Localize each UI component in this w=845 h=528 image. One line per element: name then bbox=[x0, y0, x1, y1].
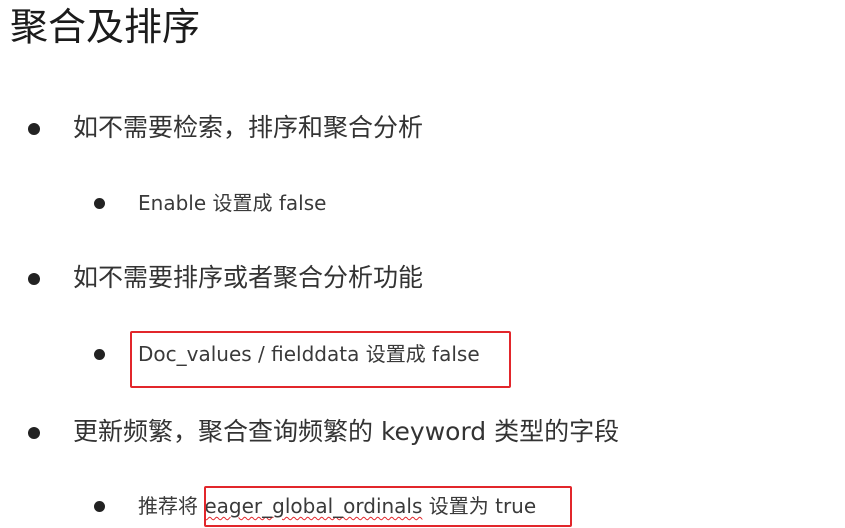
bullet-item-3: 更新频繁，聚合查询频繁的 keyword 类型的字段 bbox=[0, 416, 845, 450]
highlight-box bbox=[130, 331, 511, 388]
bullet-item-text: 如不需要排序或者聚合分析功能 bbox=[73, 263, 424, 292]
sub-bullet-prefix: 推荐将 bbox=[138, 494, 205, 518]
sub-bullet-item-text: Enable 设置成 false bbox=[138, 191, 327, 215]
bullet-dot-icon bbox=[28, 123, 40, 135]
bullet-dot-icon bbox=[94, 501, 105, 512]
bullet-item-2: 如不需要排序或者聚合分析功能 bbox=[0, 262, 845, 296]
highlight-box bbox=[204, 486, 572, 527]
bullet-dot-icon bbox=[94, 349, 105, 360]
bullet-dot-icon bbox=[94, 198, 105, 209]
sub-bullet-item-1-1: Enable 设置成 false bbox=[0, 189, 845, 219]
bullet-dot-icon bbox=[28, 273, 40, 285]
bullet-item-1: 如不需要检索，排序和聚合分析 bbox=[0, 112, 845, 146]
bullet-dot-icon bbox=[28, 427, 40, 439]
slide-title: 聚合及排序 bbox=[10, 5, 201, 49]
bullet-item-text: 更新频繁，聚合查询频繁的 keyword 类型的字段 bbox=[73, 417, 620, 446]
bullet-item-text: 如不需要检索，排序和聚合分析 bbox=[73, 113, 424, 142]
